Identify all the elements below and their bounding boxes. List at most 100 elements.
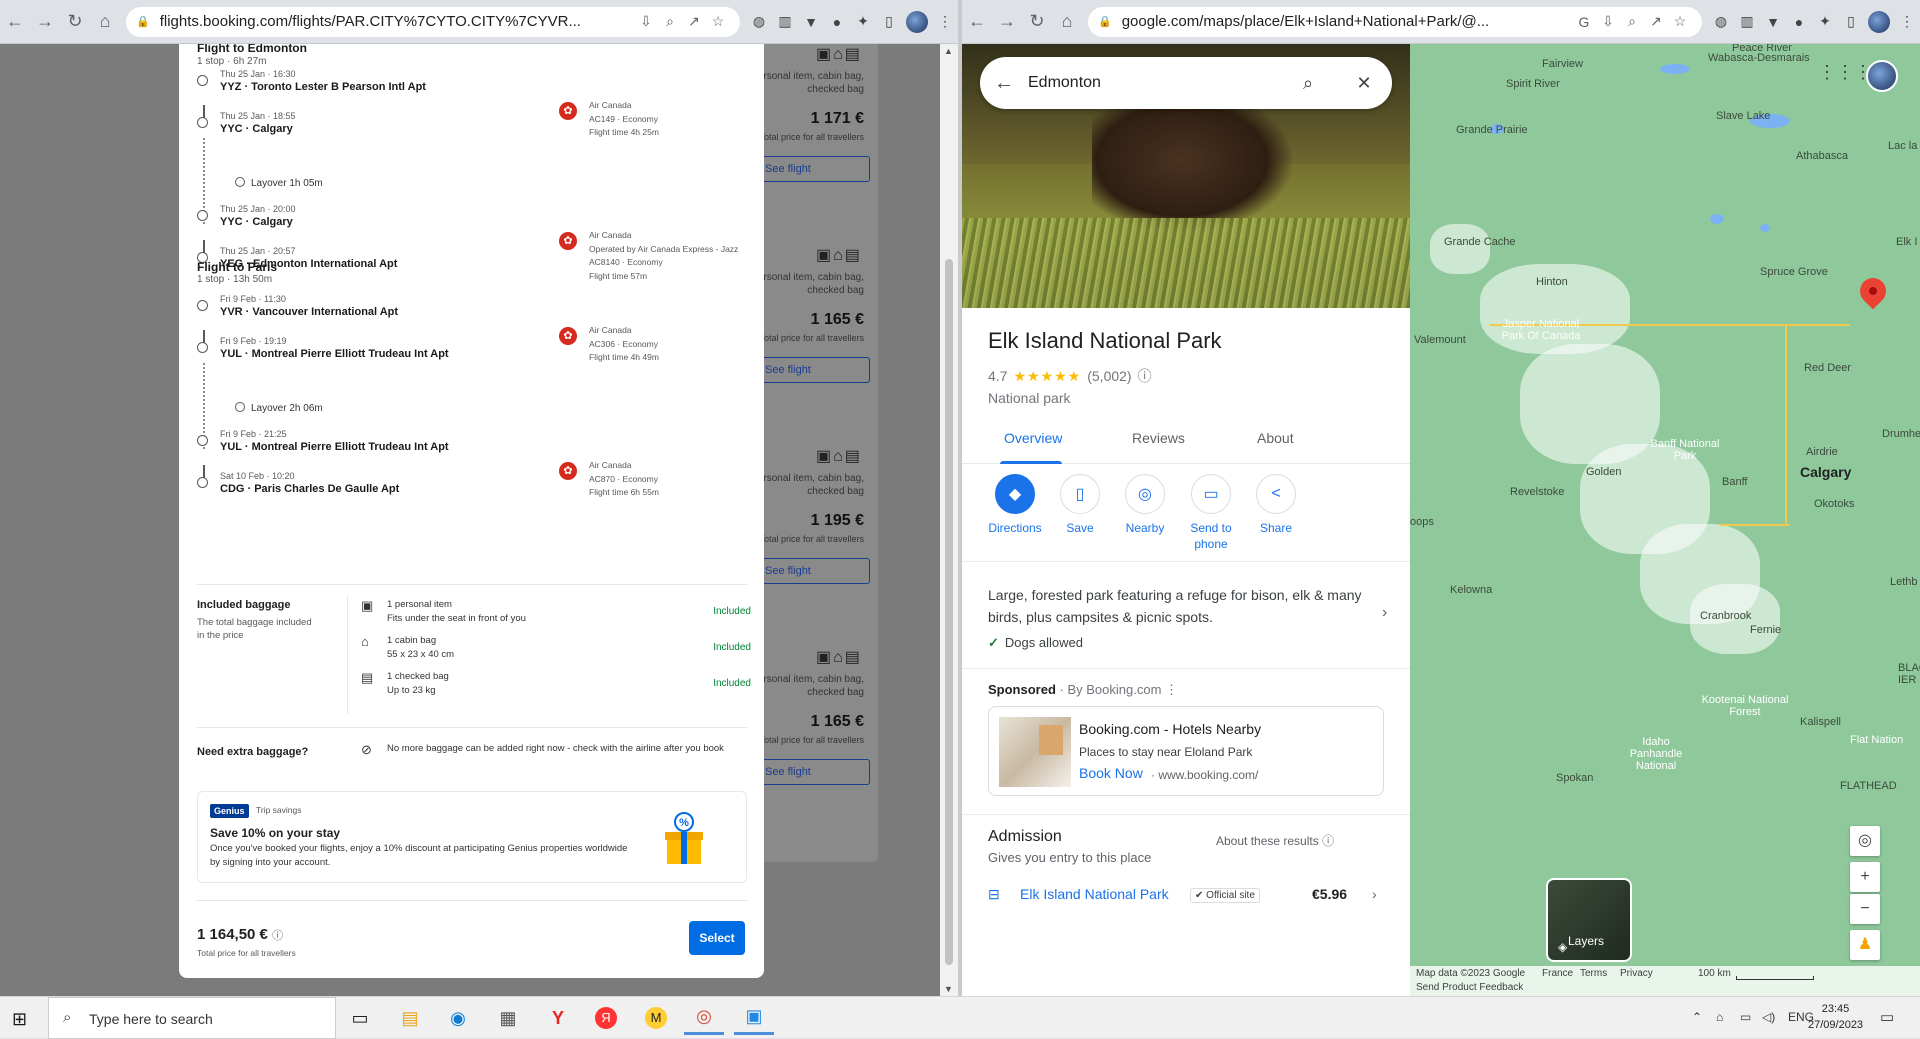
zoom-icon[interactable]: ⌕	[658, 13, 682, 30]
info-icon[interactable]: ⓘ	[272, 930, 283, 942]
save-button[interactable]: ▯ Save	[1045, 474, 1115, 536]
feedback-link[interactable]: Send Product Feedback	[1416, 982, 1523, 993]
reload-icon[interactable]: ↻	[1022, 7, 1052, 37]
zoom-icon[interactable]: ⌕	[1620, 13, 1644, 30]
privacy-link[interactable]: Privacy	[1620, 968, 1653, 979]
zoom-in-icon[interactable]: +	[1850, 862, 1880, 892]
google-icon[interactable]: G	[1572, 14, 1596, 30]
kebab-menu-icon[interactable]: ⋮	[1894, 9, 1920, 35]
sidepanel-icon[interactable]: ▯	[876, 9, 902, 35]
share-button[interactable]: < Share	[1241, 474, 1311, 536]
puzzle-icon[interactable]: ✦	[1812, 9, 1838, 35]
about-results[interactable]: About these results ⓘ	[1216, 832, 1334, 849]
account-avatar[interactable]	[1866, 60, 1898, 92]
volume-icon[interactable]: ◁)	[1762, 1010, 1775, 1024]
tab-about[interactable]: About	[1257, 430, 1294, 446]
book-now-link[interactable]: Book Now	[1079, 765, 1143, 781]
notification-icon[interactable]: ▭	[1880, 1008, 1894, 1026]
chevron-right-icon[interactable]: ›	[1372, 886, 1377, 902]
back-arrow-icon[interactable]: ←	[980, 72, 1028, 95]
more-vert-icon[interactable]: ⋮	[1165, 682, 1178, 697]
yandex-icon[interactable]: Я	[586, 1001, 626, 1035]
tab-reviews[interactable]: Reviews	[1132, 430, 1185, 446]
sponsored-ad[interactable]: Booking.com - Hotels Nearby Places to st…	[988, 706, 1384, 796]
kebab-menu-icon[interactable]: ⋮	[932, 9, 958, 35]
ad-title[interactable]: Booking.com - Hotels Nearby	[1079, 721, 1261, 737]
nearby-button[interactable]: ◎ Nearby	[1110, 474, 1180, 536]
forward-icon[interactable]: →	[30, 7, 60, 37]
scroll-thumb[interactable]	[945, 259, 953, 965]
map-scale[interactable]: 100 km	[1698, 968, 1731, 979]
directions-button[interactable]: ◆ Directions	[980, 474, 1050, 536]
scroll-up-icon[interactable]: ▲	[944, 46, 953, 56]
scroll-down-icon[interactable]: ▼	[944, 984, 953, 994]
install-icon[interactable]: ⇩	[1596, 13, 1620, 30]
home-icon[interactable]: ⌂	[90, 7, 120, 37]
address-bar[interactable]: 🔒 google.com/maps/place/Elk+Island+Natio…	[1088, 6, 1702, 37]
tab-overview[interactable]: Overview	[1004, 430, 1062, 446]
terms-link[interactable]: Terms	[1580, 968, 1607, 979]
app-icon[interactable]: М	[636, 1001, 676, 1035]
taskbar-search-text[interactable]: Type here to search	[89, 1011, 213, 1027]
map-canvas[interactable]: Fairview Spirit River Peace River Wabasc…	[1410, 44, 1920, 996]
chrome-icon[interactable]: ◎	[684, 1001, 724, 1035]
my-location-icon[interactable]: ◎	[1850, 826, 1880, 856]
extension-icon[interactable]: ▼	[798, 9, 824, 35]
extension-icon[interactable]: ▼	[1760, 9, 1786, 35]
edge-icon[interactable]: ◉	[438, 1001, 478, 1035]
extension-icon[interactable]: ●	[824, 9, 850, 35]
share-icon[interactable]: ↗	[1644, 13, 1668, 30]
place-description[interactable]: Large, forested park featuring a refuge …	[988, 584, 1368, 628]
close-icon[interactable]: ✕	[1336, 73, 1392, 94]
reload-icon[interactable]: ↻	[60, 7, 90, 37]
windows-start-icon[interactable]: ⊞	[12, 1009, 27, 1030]
puzzle-icon[interactable]: ✦	[850, 9, 876, 35]
tray-chevron-icon[interactable]: ⌃	[1692, 1010, 1702, 1024]
extension-icon[interactable]: ◍	[1708, 9, 1734, 35]
zoom-out-icon[interactable]: −	[1850, 894, 1880, 924]
select-button[interactable]: Select	[689, 921, 745, 955]
address-bar[interactable]: 🔒 flights.booking.com/flights/PAR.CITY%7…	[126, 6, 740, 37]
taskbar-search[interactable]: ⌕ Type here to search	[48, 997, 336, 1039]
search-icon[interactable]: ⌕	[1280, 73, 1336, 94]
region-link[interactable]: France	[1542, 968, 1573, 979]
taskbar-clock[interactable]: 23:45 27/09/2023	[1808, 1001, 1863, 1033]
calculator-icon[interactable]: ▦	[488, 1001, 528, 1035]
file-explorer-icon[interactable]: ▤	[390, 1001, 430, 1035]
map-label: Red Deer	[1804, 362, 1852, 374]
apps-grid-icon[interactable]: ⋮⋮⋮	[1818, 62, 1872, 83]
bookmark-star-icon[interactable]: ☆	[1668, 13, 1692, 30]
sidepanel-icon[interactable]: ▯	[1838, 9, 1864, 35]
url-text[interactable]: flights.booking.com/flights/PAR.CITY%7CY…	[160, 13, 634, 30]
info-icon[interactable]: ⓘ	[1138, 366, 1152, 386]
photos-icon[interactable]: ▣	[734, 1001, 774, 1035]
bookmark-star-icon[interactable]: ☆	[706, 13, 730, 30]
search-input[interactable]: Edmonton	[1028, 74, 1280, 92]
maps-search-box[interactable]: ← Edmonton ⌕ ✕	[980, 57, 1392, 109]
extension-icon[interactable]: ◍	[746, 9, 772, 35]
profile-avatar[interactable]	[906, 10, 928, 33]
home-icon[interactable]: ⌂	[1052, 7, 1082, 37]
url-text[interactable]: google.com/maps/place/Elk+Island+Nationa…	[1122, 13, 1572, 30]
layers-button[interactable]: ◈ Layers	[1546, 878, 1632, 962]
share-icon[interactable]: ↗	[682, 13, 706, 30]
extension-icon[interactable]: ●	[1786, 9, 1812, 35]
yandex-browser-icon[interactable]: Y	[538, 1001, 578, 1035]
chevron-right-icon[interactable]: ›	[1382, 604, 1387, 622]
send-to-phone-button[interactable]: ▭ Send to phone	[1176, 474, 1246, 552]
task-view-icon[interactable]: ▭	[340, 1001, 380, 1035]
back-icon[interactable]: ←	[0, 7, 30, 37]
extension-icon[interactable]: ▥	[1734, 9, 1760, 35]
forward-icon[interactable]: →	[992, 7, 1022, 37]
review-count[interactable]: (5,002)	[1087, 368, 1131, 384]
network-icon[interactable]: ▭	[1740, 1010, 1751, 1024]
back-icon[interactable]: ←	[962, 7, 992, 37]
install-icon[interactable]: ⇩	[634, 13, 658, 30]
page-scrollbar[interactable]: ▲ ▼	[940, 44, 958, 996]
tray-device-icon[interactable]: ⌂	[1716, 1010, 1723, 1024]
pegman-icon[interactable]: ♟	[1850, 930, 1880, 960]
admission-row[interactable]: ⊟ Elk Island National Park ✔ Official si…	[988, 886, 1384, 908]
admission-name[interactable]: Elk Island National Park	[1020, 886, 1169, 902]
extension-icon[interactable]: ▥	[772, 9, 798, 35]
profile-avatar[interactable]	[1868, 10, 1890, 33]
